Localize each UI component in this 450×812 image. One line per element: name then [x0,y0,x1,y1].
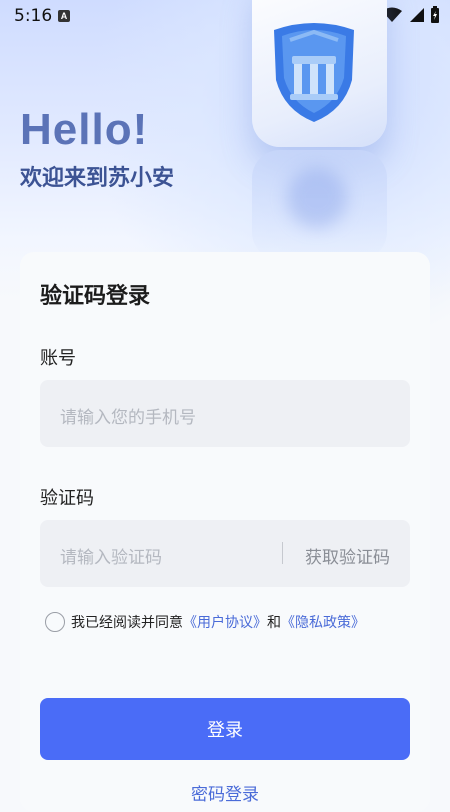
code-input[interactable]: 请输入验证码 [60,543,162,568]
signal-icon [410,8,424,22]
shield-icon [274,23,354,122]
agreement-and-text: 和 [267,615,281,631]
code-divider [282,542,283,564]
status-time: 5:16 [14,6,53,26]
privacy-policy-link[interactable]: 《隐私政策》 [281,612,365,632]
phone-input[interactable]: 请输入您的手机号 [40,380,410,447]
greeting-title: Hello! [20,105,149,154]
account-label: 账号 [40,348,76,369]
login-card: 验证码登录 账号 请输入您的手机号 验证码 请输入验证码 获取验证码 我已经阅读… [20,252,430,812]
welcome-subtitle: 欢迎来到苏小安 [20,166,175,191]
password-login-link[interactable]: 密码登录 [20,780,430,805]
agreement-row: 我已经阅读并同意 《用户协议》 和 《隐私政策》 [45,612,365,632]
battery-charging-icon [431,6,439,23]
user-agreement-link[interactable]: 《用户协议》 [183,612,267,632]
get-code-button[interactable]: 获取验证码 [305,543,390,568]
agreement-checkbox[interactable] [45,612,65,632]
agreement-text: 我已经阅读并同意 [71,615,183,631]
notification-a-icon: A [58,10,70,22]
login-card-title: 验证码登录 [40,284,151,309]
illustration-reflection-blob [287,168,347,228]
login-button[interactable]: 登录 [40,698,410,760]
shield-illustration [252,0,392,260]
code-label: 验证码 [40,488,94,509]
phone-input-placeholder: 请输入您的手机号 [60,408,196,428]
code-input-row: 请输入验证码 获取验证码 [40,520,410,587]
